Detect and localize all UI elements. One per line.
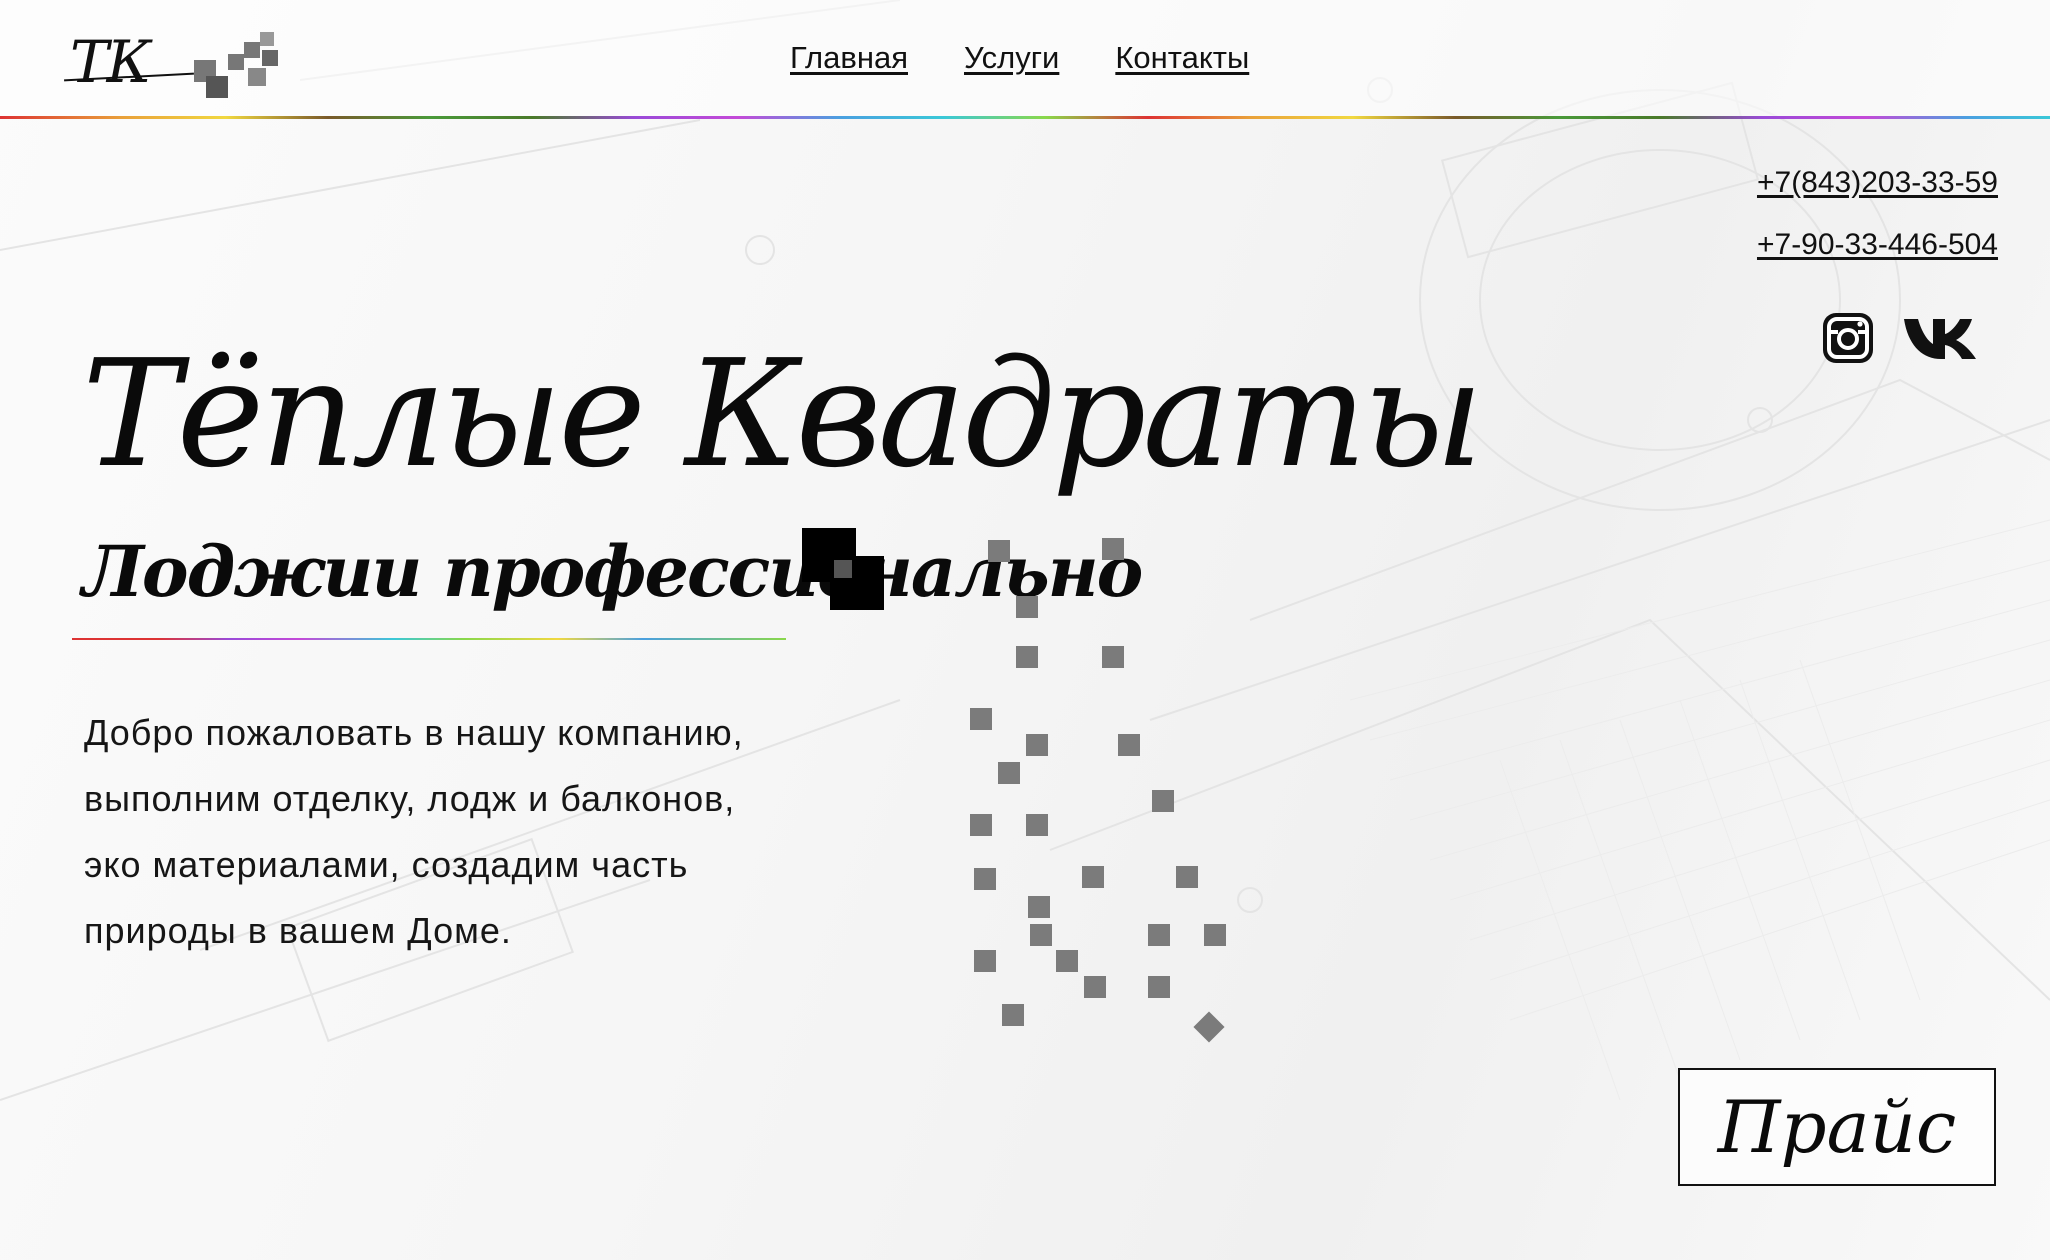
logo-square xyxy=(206,76,228,98)
decor-square xyxy=(1030,924,1052,946)
decor-square xyxy=(1082,866,1104,888)
decor-square xyxy=(1026,734,1048,756)
intro-line: Добро пожаловать в нашу компанию, xyxy=(84,712,744,753)
decor-square xyxy=(1016,596,1038,618)
decor-square xyxy=(1176,866,1198,888)
intro-line: эко материалами, создадим часть xyxy=(84,844,689,885)
decor-square xyxy=(1148,976,1170,998)
intro-line: природы в вашем Доме. xyxy=(84,910,512,951)
logo-square xyxy=(260,32,274,46)
logo-square xyxy=(262,50,278,66)
logo-square xyxy=(228,54,244,70)
decor-square xyxy=(1204,924,1226,946)
vk-icon[interactable] xyxy=(1902,315,1978,366)
logo-square xyxy=(244,42,260,58)
decor-square xyxy=(1002,1004,1024,1026)
phone-list: +7(843)203-33-59 +7-90-33-446-504 xyxy=(1757,166,1998,290)
nav-home-link[interactable]: Главная xyxy=(790,40,908,76)
nav-services-link[interactable]: Услуги xyxy=(964,40,1059,76)
nav-contacts-link[interactable]: Контакты xyxy=(1115,40,1249,76)
landing-page: ТК Главная Услуги Контакты +7(843)203-33… xyxy=(0,0,2050,1260)
decor-square xyxy=(1148,924,1170,946)
decor-square xyxy=(974,950,996,972)
phone-link-1[interactable]: +7(843)203-33-59 xyxy=(1757,166,1998,200)
decor-square xyxy=(970,708,992,730)
decor-square xyxy=(1152,790,1174,812)
logo-square xyxy=(248,68,266,86)
decor-square xyxy=(1118,734,1140,756)
decor-square xyxy=(1028,896,1050,918)
scattered-squares-decoration xyxy=(960,530,1260,1050)
decor-square xyxy=(974,868,996,890)
decor-square xyxy=(1102,538,1124,560)
decor-square xyxy=(1056,950,1078,972)
intro-line: выполним отделку, лодж и балконов, xyxy=(84,778,736,819)
instagram-icon[interactable] xyxy=(1820,310,1876,371)
black-squares-icon xyxy=(802,528,884,610)
decor-square xyxy=(970,814,992,836)
phone-link-2[interactable]: +7-90-33-446-504 xyxy=(1757,228,1998,262)
subtitle-rainbow-underline xyxy=(72,638,786,640)
price-button[interactable]: Прайс xyxy=(1678,1068,1996,1186)
site-header: ТК Главная Услуги Контакты xyxy=(0,0,2050,119)
decor-square xyxy=(1016,646,1038,668)
social-links xyxy=(1820,310,1978,371)
logo-text: ТК xyxy=(70,28,152,96)
hero-title: Тёплые Квадраты xyxy=(82,328,1484,500)
header-rainbow-divider xyxy=(0,116,2050,119)
decor-square xyxy=(1084,976,1106,998)
site-logo[interactable]: ТК xyxy=(64,24,284,104)
decor-square xyxy=(1102,646,1124,668)
intro-text: Добро пожаловать в нашу компанию, выполн… xyxy=(84,700,844,964)
main-nav: Главная Услуги Контакты xyxy=(790,40,1249,76)
decor-square xyxy=(988,540,1010,562)
decor-square xyxy=(1193,1011,1225,1043)
decor-square xyxy=(998,762,1020,784)
decor-square xyxy=(1026,814,1048,836)
